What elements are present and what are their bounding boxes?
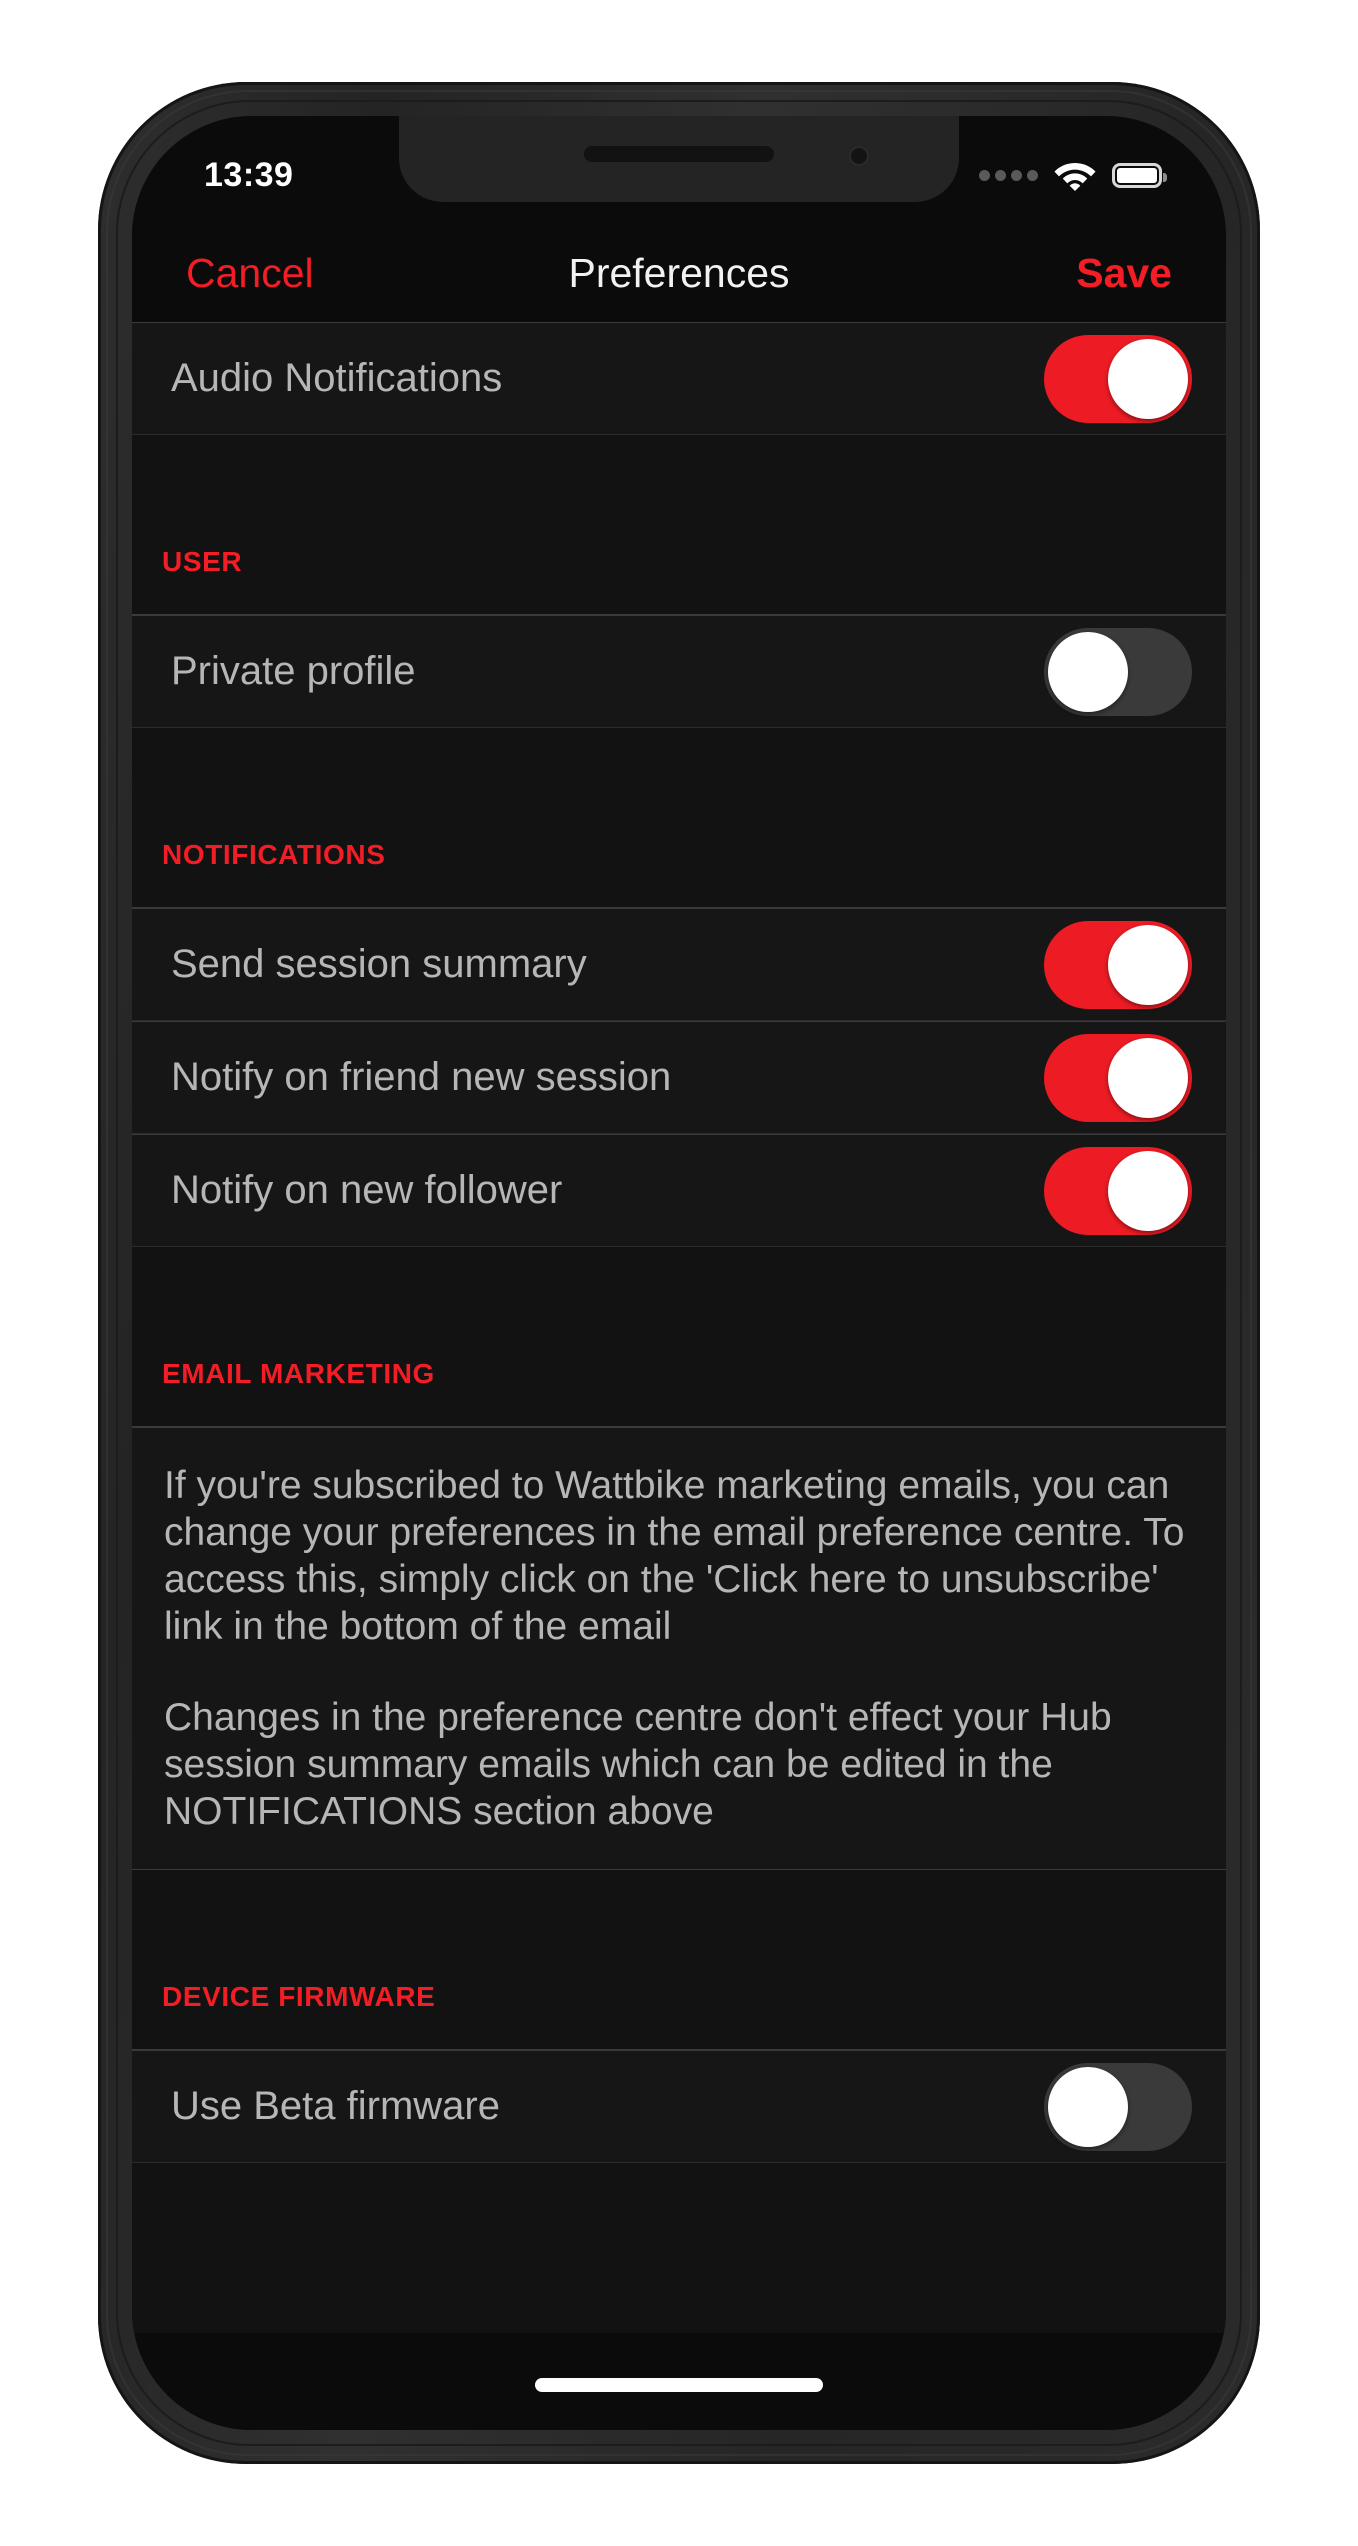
battery-full-icon	[1112, 162, 1167, 188]
section-header-label: USER	[162, 546, 243, 577]
toggle-knob	[1108, 338, 1188, 419]
row-label: Notify on new follower	[171, 1168, 563, 1212]
table-row[interactable]: Audio Notifications	[132, 322, 1226, 435]
section-spacer	[132, 1870, 1226, 1975]
section-header-notifications: NOTIFICATIONS	[132, 833, 1226, 908]
row-label: Private profile	[171, 649, 416, 693]
phone-device-frame: 13:39 Cancel Preferences Save Audio Noti…	[98, 82, 1260, 2464]
signal-dots-icon	[979, 169, 1038, 181]
list-bottom-spacer	[132, 2163, 1226, 2333]
table-row[interactable]: Use Beta firmware	[132, 2050, 1226, 2163]
cancel-button[interactable]: Cancel	[186, 250, 314, 297]
phone-screen: 13:39 Cancel Preferences Save Audio Noti…	[132, 116, 1226, 2430]
screenshot-stage: 13:39 Cancel Preferences Save Audio Noti…	[0, 0, 1358, 2546]
section-spacer	[132, 435, 1226, 540]
save-button[interactable]: Save	[1076, 250, 1172, 297]
email-marketing-paragraph-2: Changes in the preference centre don't e…	[164, 1696, 1112, 1833]
home-indicator-bar[interactable]	[535, 2378, 823, 2392]
wifi-icon	[1054, 159, 1096, 191]
toggle-knob	[1048, 2066, 1128, 2147]
section-header-label: EMAIL MARKETING	[162, 1358, 435, 1389]
section-header-label: NOTIFICATIONS	[162, 839, 386, 870]
preferences-list[interactable]: Audio Notifications USER Private profile	[132, 322, 1226, 2340]
notify-new-follower-toggle[interactable]	[1044, 1146, 1192, 1235]
send-session-summary-toggle[interactable]	[1044, 920, 1192, 1009]
row-label: Send session summary	[171, 942, 587, 986]
section-spacer	[132, 728, 1226, 833]
toggle-knob	[1108, 924, 1188, 1005]
toggle-knob	[1108, 1150, 1188, 1231]
toggle-knob	[1108, 1037, 1188, 1118]
status-bar: 13:39	[132, 116, 1226, 224]
table-row[interactable]: Private profile	[132, 615, 1226, 728]
table-row[interactable]: Send session summary	[132, 908, 1226, 1021]
section-spacer	[132, 1247, 1226, 1352]
section-header-email-marketing: EMAIL MARKETING	[132, 1352, 1226, 1427]
email-marketing-paragraph-1: If you're subscribed to Wattbike marketi…	[164, 1464, 1185, 1648]
toggle-knob	[1048, 631, 1128, 712]
home-indicator-area	[132, 2340, 1226, 2430]
navigation-bar: Cancel Preferences Save	[132, 224, 1226, 322]
phone-bezel: 13:39 Cancel Preferences Save Audio Noti…	[132, 116, 1226, 2430]
table-row[interactable]: Notify on friend new session	[132, 1021, 1226, 1134]
section-header-label: DEVICE FIRMWARE	[162, 1981, 436, 2012]
use-beta-firmware-toggle[interactable]	[1044, 2062, 1192, 2151]
notify-friend-new-session-toggle[interactable]	[1044, 1033, 1192, 1122]
row-label: Notify on friend new session	[171, 1055, 672, 1099]
private-profile-toggle[interactable]	[1044, 627, 1192, 716]
section-header-user: USER	[132, 540, 1226, 615]
table-row[interactable]: Notify on new follower	[132, 1134, 1226, 1247]
row-label: Use Beta firmware	[171, 2084, 500, 2128]
row-label: Audio Notifications	[171, 356, 503, 400]
section-header-device-firmware: DEVICE FIRMWARE	[132, 1975, 1226, 2050]
status-bar-indicators	[979, 149, 1167, 191]
audio-notifications-toggle[interactable]	[1044, 334, 1192, 423]
email-marketing-text-block: If you're subscribed to Wattbike marketi…	[132, 1427, 1226, 1870]
status-bar-time: 13:39	[204, 155, 294, 194]
